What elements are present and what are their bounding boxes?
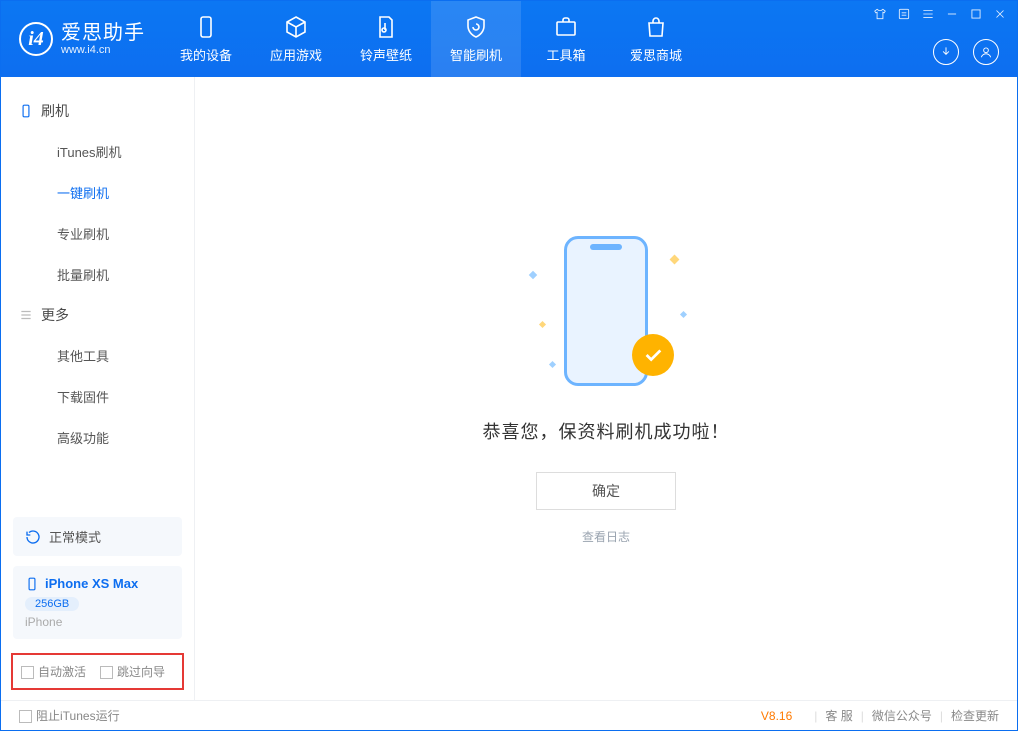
logo: i4 爱思助手 www.i4.cn xyxy=(1,22,161,56)
menu-icon[interactable] xyxy=(921,7,935,26)
close-icon[interactable] xyxy=(993,7,1007,26)
nav-my-device[interactable]: 我的设备 xyxy=(161,1,251,77)
footer-link-update[interactable]: 检查更新 xyxy=(951,707,999,724)
sidebar-item-download-firmware[interactable]: 下载固件 xyxy=(1,376,194,417)
nav-smart-flash[interactable]: 智能刷机 xyxy=(431,1,521,77)
shopping-bag-icon xyxy=(643,14,669,40)
footer-link-service[interactable]: 客 服 xyxy=(825,707,852,724)
user-icon[interactable] xyxy=(973,39,999,65)
music-file-icon xyxy=(373,14,399,40)
sidebar-group-flash: 刷机 xyxy=(1,91,194,131)
sidebar-checks-highlight: 自动激活 跳过向导 xyxy=(11,653,184,690)
sidebar-item-advanced[interactable]: 高级功能 xyxy=(1,417,194,458)
nav: 我的设备 应用游戏 铃声壁纸 智能刷机 工具箱 爱思商城 xyxy=(161,1,701,77)
device-type: iPhone xyxy=(25,615,170,629)
shield-refresh-icon xyxy=(463,14,489,40)
nav-label: 工具箱 xyxy=(546,45,585,64)
sidebar-item-pro-flash[interactable]: 专业刷机 xyxy=(1,213,194,254)
logo-text-en: www.i4.cn xyxy=(61,44,145,56)
sidebar-item-batch-flash[interactable]: 批量刷机 xyxy=(1,254,194,295)
titlebar: i4 爱思助手 www.i4.cn 我的设备 应用游戏 铃声壁纸 智能刷机 xyxy=(1,1,1017,77)
nav-ringtone-wallpaper[interactable]: 铃声壁纸 xyxy=(341,1,431,77)
nav-apps-games[interactable]: 应用游戏 xyxy=(251,1,341,77)
shirt-icon[interactable] xyxy=(873,7,887,26)
version-label: V8.16 xyxy=(761,709,792,723)
maximize-icon[interactable] xyxy=(969,7,983,26)
logo-icon: i4 xyxy=(19,22,53,56)
minimize-icon[interactable] xyxy=(945,7,959,26)
briefcase-icon xyxy=(553,14,579,40)
nav-label: 铃声壁纸 xyxy=(360,45,412,64)
sidebar-group-label: 更多 xyxy=(41,305,69,325)
check-label: 自动激活 xyxy=(38,665,86,679)
mode-label: 正常模式 xyxy=(49,527,101,546)
success-illustration xyxy=(526,232,686,392)
body: 刷机 iTunes刷机 一键刷机 专业刷机 批量刷机 更多 其他工具 下载固件 … xyxy=(1,77,1017,700)
check-label: 阻止iTunes运行 xyxy=(36,709,120,723)
window-controls xyxy=(873,7,1007,26)
sidebar-group-label: 刷机 xyxy=(41,101,69,121)
checkmark-icon xyxy=(632,334,674,376)
check-label: 跳过向导 xyxy=(117,665,165,679)
device-card[interactable]: iPhone XS Max 256GB iPhone xyxy=(13,566,182,639)
mode-card[interactable]: 正常模式 xyxy=(13,517,182,556)
nav-label: 智能刷机 xyxy=(450,45,502,64)
check-auto-activate[interactable]: 自动激活 xyxy=(21,663,86,680)
phone-icon xyxy=(25,577,39,591)
sidebar-group-more: 更多 xyxy=(1,295,194,335)
main-content: 恭喜您，保资料刷机成功啦！ 确定 查看日志 xyxy=(195,77,1017,700)
phone-icon xyxy=(19,104,33,118)
view-log-link[interactable]: 查看日志 xyxy=(582,528,630,545)
footer: 阻止iTunes运行 V8.16 | 客 服 | 微信公众号 | 检查更新 xyxy=(1,700,1017,730)
nav-label: 爱思商城 xyxy=(630,45,682,64)
app-window: i4 爱思助手 www.i4.cn 我的设备 应用游戏 铃声壁纸 智能刷机 xyxy=(0,0,1018,731)
success-message: 恭喜您，保资料刷机成功啦！ xyxy=(483,418,730,444)
logo-text-cn: 爱思助手 xyxy=(61,22,145,44)
feedback-icon[interactable] xyxy=(897,7,911,26)
check-skip-guide[interactable]: 跳过向导 xyxy=(100,663,165,680)
download-icon[interactable] xyxy=(933,39,959,65)
header-right-badges xyxy=(933,39,999,65)
device-name: iPhone XS Max xyxy=(45,576,138,591)
device-capacity: 256GB xyxy=(25,597,79,611)
ok-button[interactable]: 确定 xyxy=(536,472,676,510)
footer-link-wechat[interactable]: 微信公众号 xyxy=(872,707,932,724)
nav-label: 应用游戏 xyxy=(270,45,322,64)
sidebar-item-itunes-flash[interactable]: iTunes刷机 xyxy=(1,131,194,172)
sidebar-item-oneclick-flash[interactable]: 一键刷机 xyxy=(1,172,194,213)
sidebar-item-other-tools[interactable]: 其他工具 xyxy=(1,335,194,376)
nav-store[interactable]: 爱思商城 xyxy=(611,1,701,77)
cube-icon xyxy=(283,14,309,40)
refresh-icon xyxy=(25,529,41,545)
list-icon xyxy=(19,308,33,322)
nav-toolbox[interactable]: 工具箱 xyxy=(521,1,611,77)
check-block-itunes[interactable]: 阻止iTunes运行 xyxy=(19,707,120,724)
sidebar: 刷机 iTunes刷机 一键刷机 专业刷机 批量刷机 更多 其他工具 下载固件 … xyxy=(1,77,195,700)
device-icon xyxy=(193,14,219,40)
nav-label: 我的设备 xyxy=(180,45,232,64)
